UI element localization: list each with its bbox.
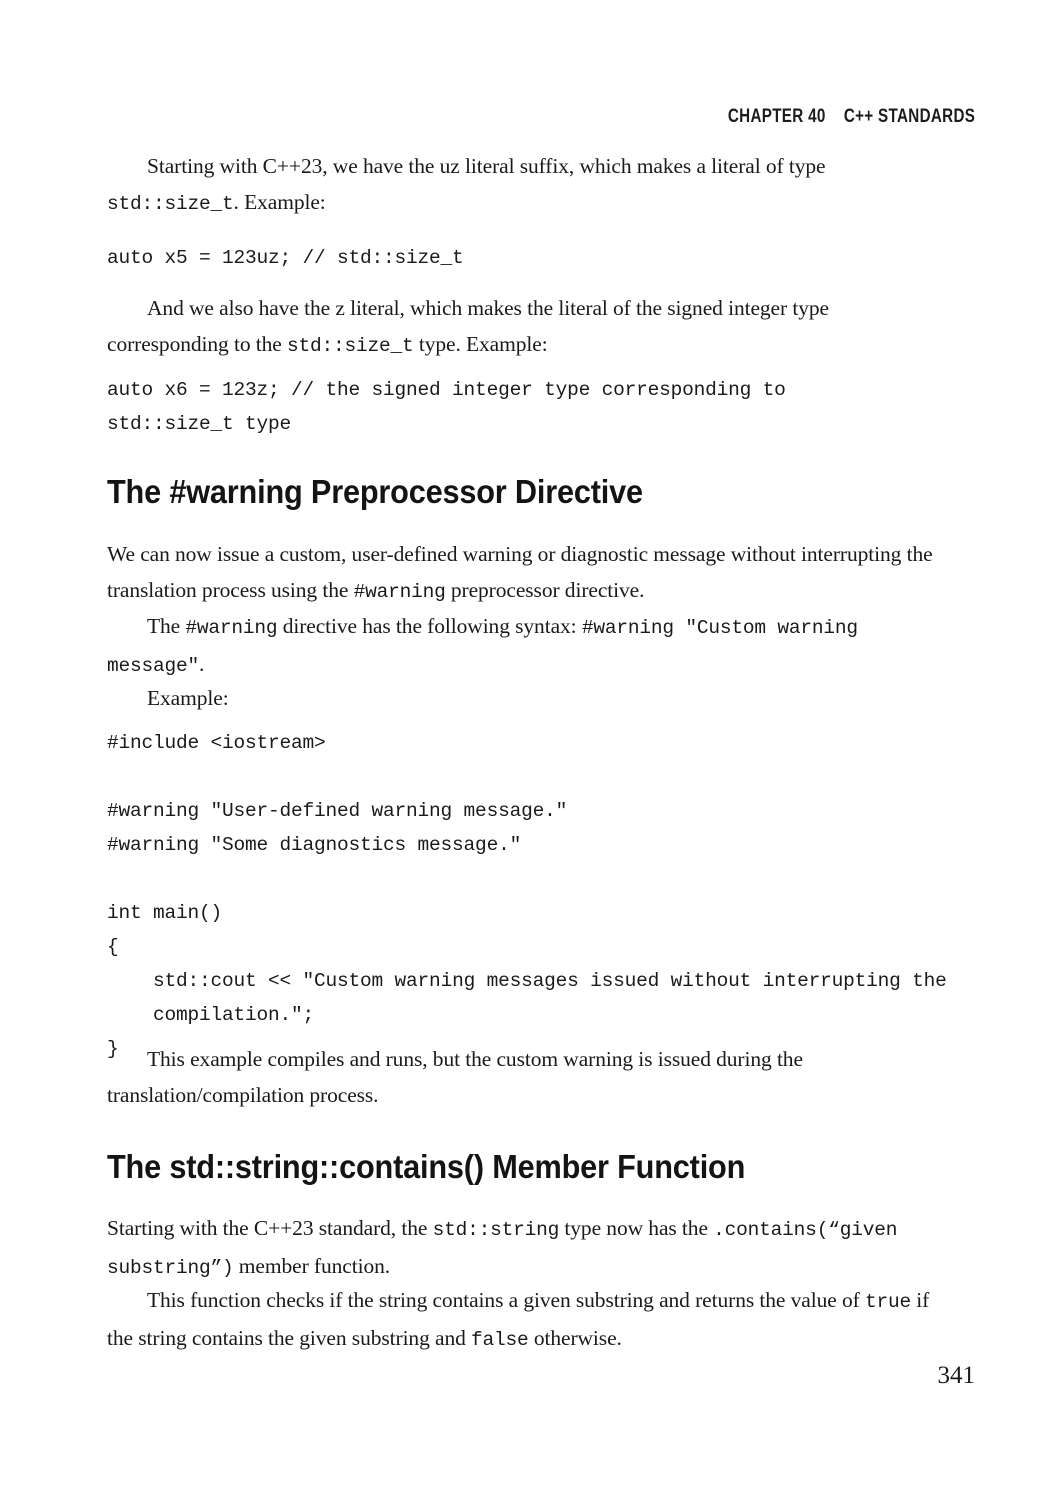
section-heading-contains-member-function: The std::string::contains() Member Funct…: [107, 1148, 746, 1185]
code-block-warning-example: #include <iostream> #warning "User-defin…: [107, 732, 947, 1060]
inline-code-size-t-1: std::size_t: [107, 193, 234, 215]
section-heading-warning-directive: The #warning Preprocessor Directive: [107, 473, 643, 510]
paragraph-contains-intro-text-b: type now has the: [559, 1216, 714, 1240]
paragraph-warning-intro: We can now issue a custom, user-defined …: [107, 536, 947, 610]
paragraph-contains-intro-text-a: Starting with the C++23 standard, the: [107, 1216, 433, 1240]
code-block-x6: auto x6 = 123z; // the signed integer ty…: [107, 379, 786, 435]
inline-code-warning-2: #warning: [185, 617, 278, 639]
paragraph-uz-literal: Starting with C++23, we have the uz lite…: [107, 148, 947, 222]
paragraph-uz-literal-text-a: Starting with C++23, we have the uz lite…: [147, 154, 826, 178]
paragraph-warning-syntax-text-b: directive has the following syntax:: [277, 614, 582, 638]
paragraph-z-literal-text-b: type. Example:: [413, 332, 548, 356]
inline-code-std-string: std::string: [432, 1219, 560, 1241]
paragraph-contains-behavior: This function checks if the string conta…: [107, 1282, 947, 1358]
paragraph-z-literal: And we also have the z literal, which ma…: [107, 290, 947, 364]
paragraph-uz-literal-text-b: . Example:: [233, 190, 326, 214]
page-number: 341: [937, 1362, 976, 1389]
inline-code-false: false: [471, 1329, 529, 1351]
paragraph-warning-syntax: The #warning directive has the following…: [107, 608, 947, 684]
running-head: CHAPTER 40 C++ STANDARDS: [727, 106, 975, 127]
paragraph-contains-intro: Starting with the C++23 standard, the st…: [107, 1210, 947, 1286]
paragraph-example-label: Example:: [147, 686, 229, 710]
book-page: CHAPTER 40 C++ STANDARDS Starting with C…: [0, 0, 1050, 1500]
paragraph-warning-intro-text-b: preprocessor directive.: [445, 578, 645, 602]
code-block-x5: auto x5 = 123uz; // std::size_t: [107, 247, 464, 269]
paragraph-example-result: This example compiles and runs, but the …: [107, 1047, 803, 1107]
paragraph-warning-syntax-text-a: The: [147, 614, 186, 638]
inline-code-true: true: [864, 1291, 911, 1313]
paragraph-contains-behavior-text-a: This function checks if the string conta…: [147, 1288, 865, 1312]
paragraph-contains-behavior-text-c: otherwise.: [528, 1326, 622, 1350]
inline-code-size-t-2: std::size_t: [287, 335, 414, 357]
inline-code-warning-1: #warning: [353, 581, 446, 603]
paragraph-contains-intro-text-c: member function.: [233, 1254, 391, 1278]
paragraph-warning-syntax-text-c: .: [199, 652, 205, 676]
